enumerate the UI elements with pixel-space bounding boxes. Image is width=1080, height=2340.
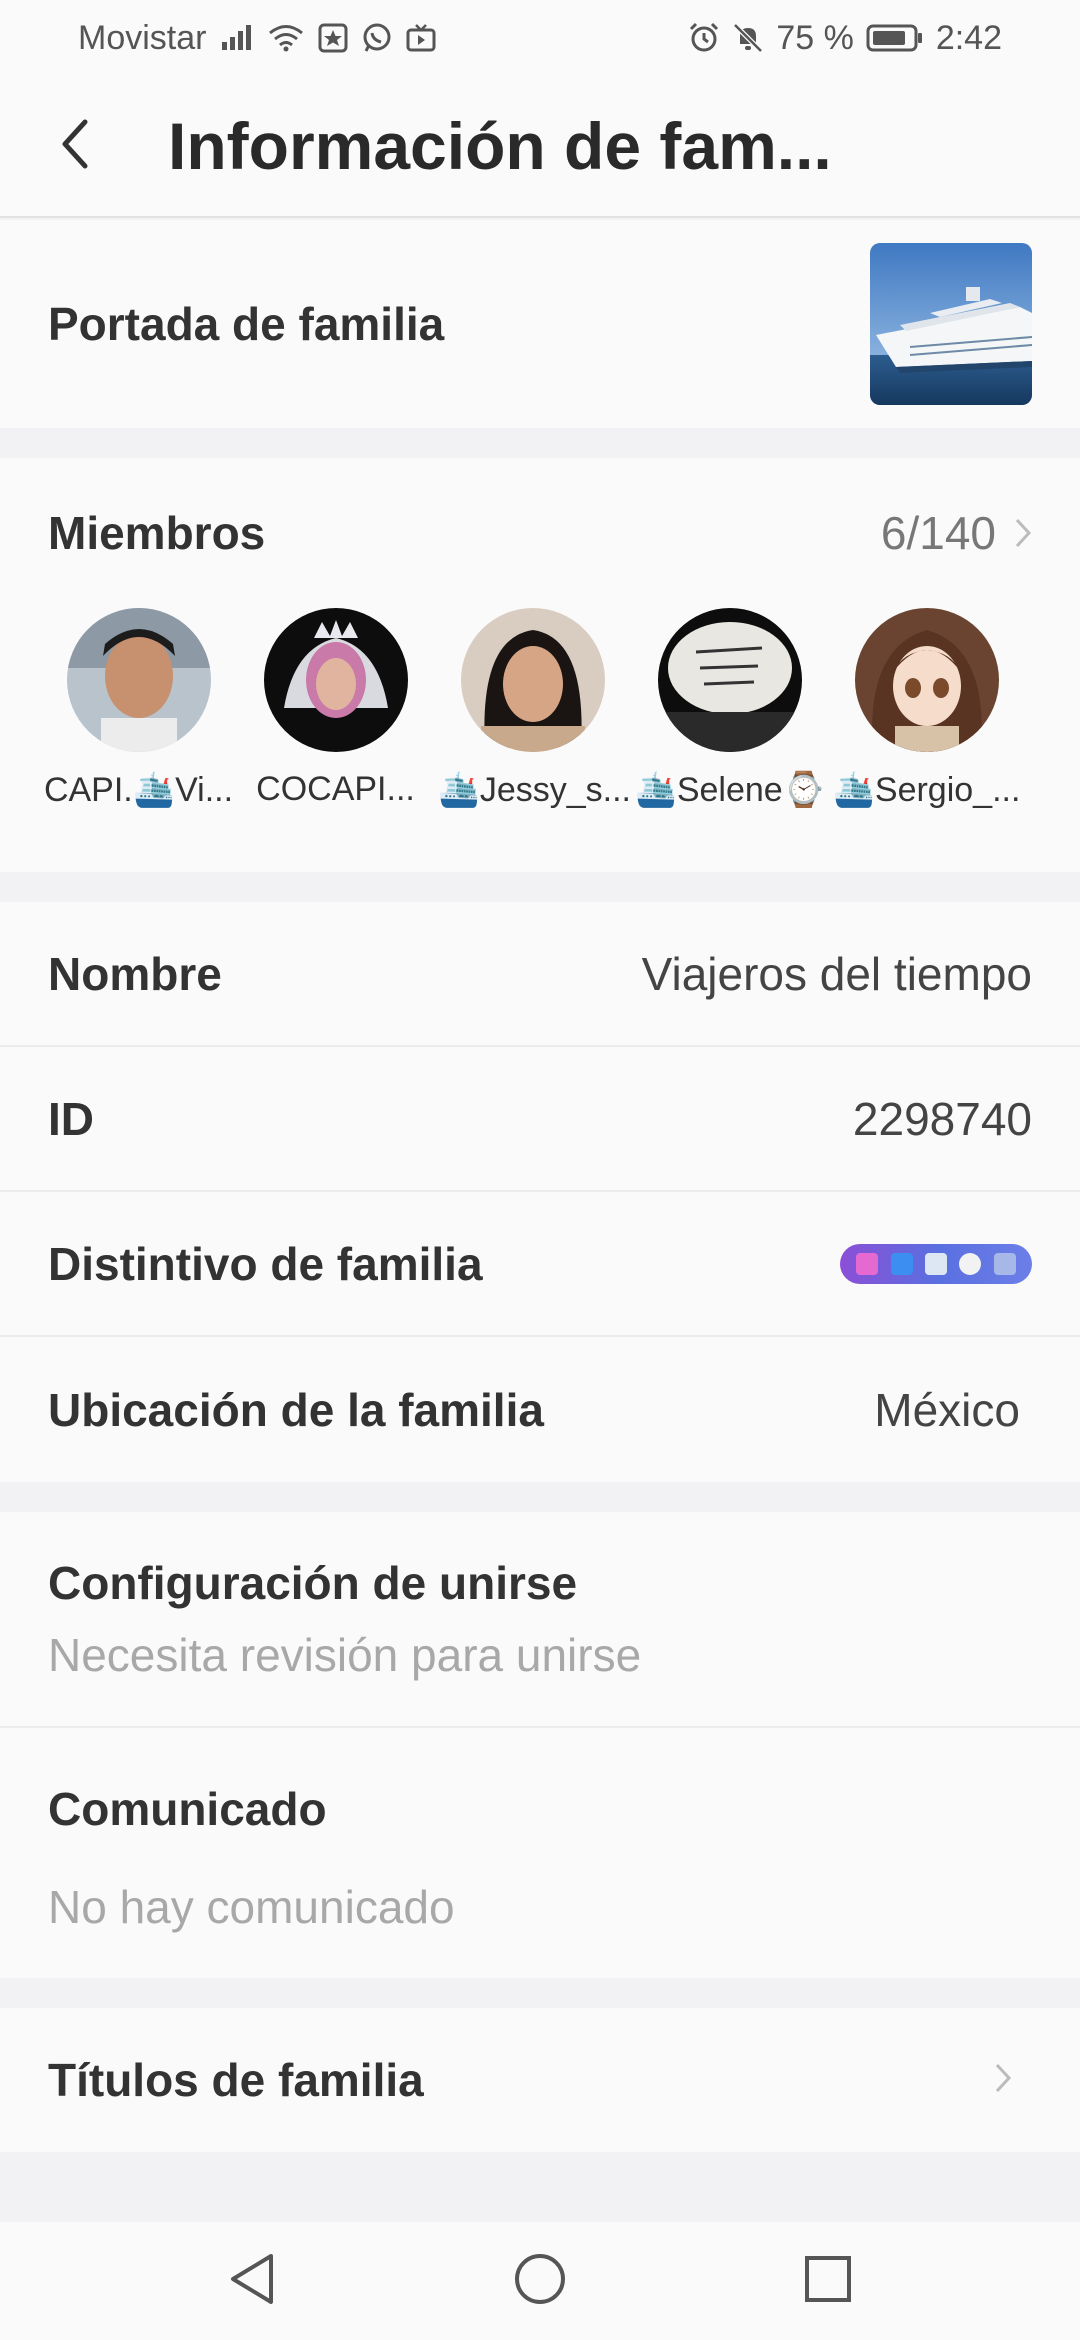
- carrier-label: Movistar: [78, 18, 207, 57]
- square-recents-icon: [803, 2254, 853, 2309]
- id-value: 2298740: [852, 1092, 1032, 1145]
- settings-section: Configuración de unirse Necesita revisió…: [0, 1512, 1080, 1978]
- member-avatar[interactable]: [66, 608, 211, 752]
- name-label: Nombre: [48, 947, 222, 1000]
- alarm-icon: [688, 22, 720, 54]
- top-app-bar: Información de fam...: [0, 76, 1080, 218]
- chevron-right-icon: [1014, 506, 1032, 560]
- join-setting-value: Necesita revisión para unirse: [48, 1629, 642, 1681]
- member-item[interactable]: CAPI.🛳️Vi...: [40, 608, 237, 810]
- join-setting-row[interactable]: Configuración de unirse Necesita revisió…: [0, 1512, 1080, 1728]
- member-name: COCAPI...: [256, 770, 415, 808]
- badge-swords-icon: [924, 1252, 947, 1275]
- battery-icon: [866, 24, 924, 52]
- member-name: 🛳️Jessy_s...: [437, 771, 628, 809]
- members-list: CAPI.🛳️Vi... COCAPI... 🛳️Jessy_s... 🛳️Se…: [0, 608, 1080, 810]
- id-row: ID 2298740: [0, 1047, 1080, 1192]
- wifi-icon: [268, 24, 304, 52]
- status-bar: Movistar 75 % 2:42: [0, 0, 1080, 76]
- cover-label: Portada de familia: [48, 298, 445, 350]
- family-badge[interactable]: [840, 1243, 1032, 1284]
- notice-value: No hay comunicado: [48, 1881, 455, 1933]
- members-count-link[interactable]: 6/140: [881, 506, 1032, 560]
- chevron-right-icon: [994, 2062, 1012, 2099]
- family-titles-row[interactable]: Títulos de familia: [0, 2008, 1080, 2152]
- nav-home-button[interactable]: [512, 2253, 568, 2309]
- member-item[interactable]: 🛳️Sergio_...: [828, 608, 1025, 810]
- info-section: Nombre Viajeros del tiempo ID 2298740 Di…: [0, 902, 1080, 1482]
- member-name: 🛳️Selene⌚: [634, 771, 825, 809]
- battery-percent: 75 %: [776, 18, 854, 57]
- mute-icon: [732, 22, 764, 54]
- badge-clock-icon: [959, 1252, 982, 1275]
- app-notification-icon: [318, 23, 348, 53]
- member-avatar[interactable]: [657, 608, 802, 752]
- name-value: Viajeros del tiempo: [641, 947, 1032, 1000]
- join-setting-label: Configuración de unirse: [48, 1557, 578, 1609]
- name-row[interactable]: Nombre Viajeros del tiempo: [0, 902, 1080, 1047]
- member-avatar[interactable]: [460, 608, 605, 752]
- tv-icon: [406, 23, 436, 53]
- signal-icon: [220, 24, 254, 52]
- badge-row[interactable]: Distintivo de familia: [0, 1192, 1080, 1337]
- badge-people-icon: [856, 1252, 879, 1275]
- location-row[interactable]: Ubicación de la familia México: [0, 1337, 1080, 1482]
- circle-home-icon: [513, 2252, 567, 2311]
- titles-section: Títulos de familia: [0, 2008, 1080, 2152]
- back-button[interactable]: [0, 75, 150, 217]
- member-item[interactable]: COCAPI...: [237, 608, 434, 810]
- notice-row[interactable]: Comunicado No hay comunicado: [0, 1728, 1080, 1978]
- badge-label: Distintivo de familia: [48, 1237, 483, 1290]
- members-count: 6/140: [880, 507, 996, 559]
- clock: 2:42: [935, 18, 1002, 57]
- location-label: Ubicación de la familia: [48, 1383, 544, 1436]
- member-item[interactable]: 🛳️Selene⌚: [631, 608, 828, 810]
- cover-row[interactable]: Portada de familia: [0, 220, 1080, 428]
- id-label: ID: [48, 1092, 94, 1145]
- members-label: Miembros: [48, 507, 266, 559]
- back-arrow-icon: [57, 116, 93, 177]
- badge-group-icon: [890, 1252, 913, 1275]
- member-avatar[interactable]: [854, 608, 999, 752]
- member-name: CAPI.🛳️Vi...: [43, 771, 234, 809]
- whatsapp-icon: [362, 23, 392, 53]
- page-title: Información de fam...: [168, 109, 832, 183]
- badge-flag-icon: [993, 1252, 1016, 1275]
- member-name: 🛳️Sergio_...: [832, 771, 1021, 809]
- member-item[interactable]: 🛳️Jessy_s...: [434, 608, 631, 810]
- location-value: México: [874, 1383, 1020, 1436]
- nav-recents-button[interactable]: [800, 2253, 856, 2309]
- cover-section: Portada de familia: [0, 220, 1080, 428]
- cover-image[interactable]: [870, 243, 1032, 405]
- family-titles-label: Títulos de familia: [48, 2054, 424, 2106]
- nav-back-button[interactable]: [224, 2253, 280, 2309]
- triangle-back-icon: [227, 2252, 277, 2311]
- member-avatar[interactable]: [263, 608, 408, 752]
- system-navigation-bar: [0, 2222, 1080, 2340]
- notice-label: Comunicado: [48, 1783, 327, 1835]
- members-header[interactable]: Miembros 6/140: [0, 458, 1080, 608]
- members-section: Miembros 6/140 CAPI.🛳️Vi... COCAPI... 🛳️…: [0, 458, 1080, 872]
